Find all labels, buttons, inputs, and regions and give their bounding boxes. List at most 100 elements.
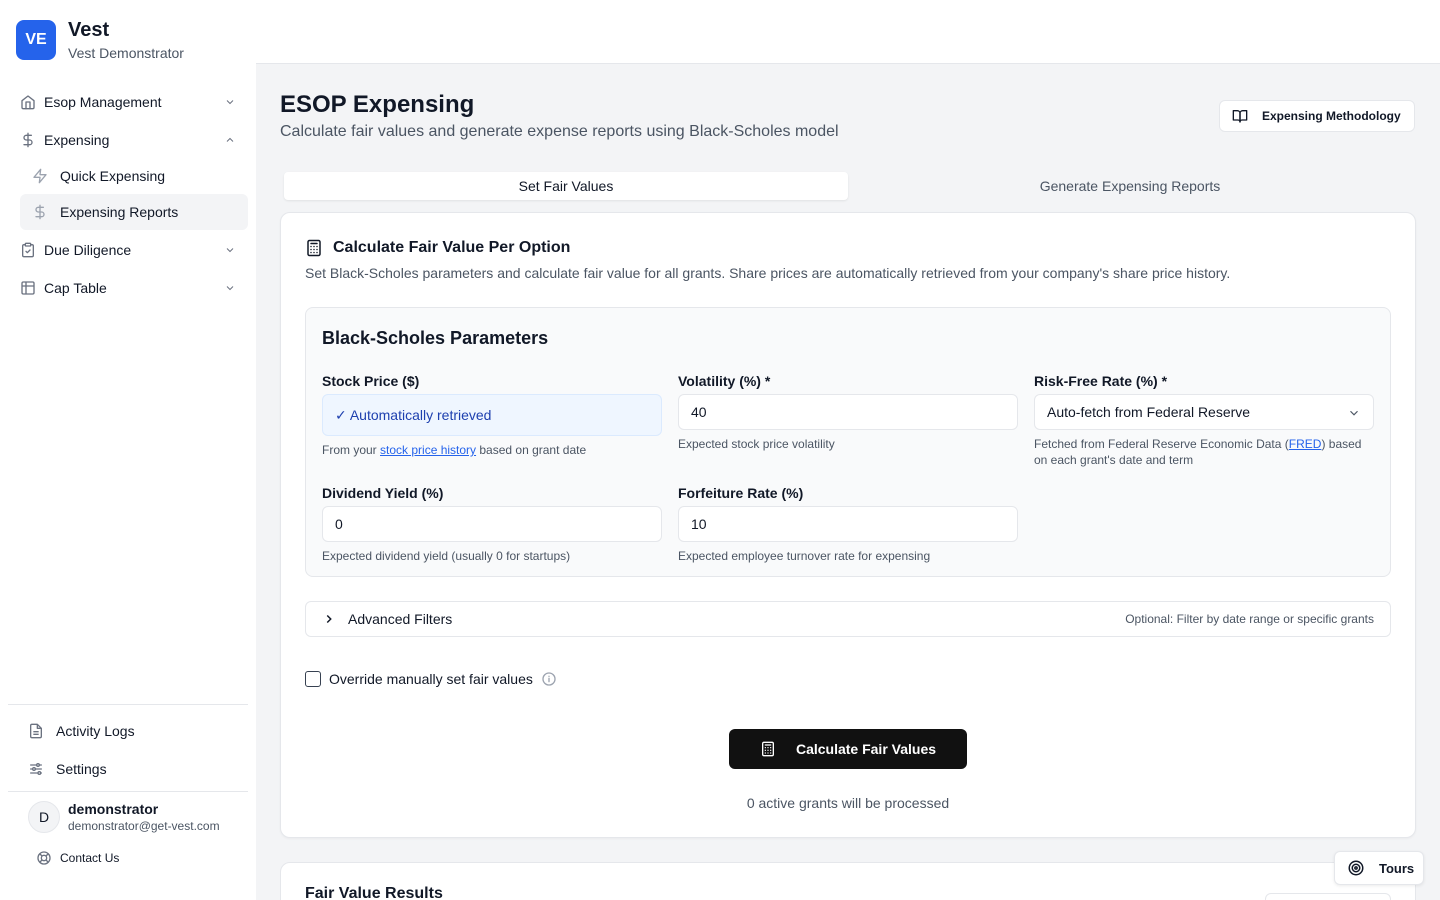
forfeiture-rate-field: Forfeiture Rate (%) 10 Expected employee… bbox=[678, 484, 1018, 564]
life-buoy-icon bbox=[36, 850, 52, 866]
sidebar-divider bbox=[8, 791, 248, 792]
user-name: demonstrator bbox=[68, 801, 159, 817]
advanced-filters-hint: Optional: Filter by date range or specif… bbox=[1125, 612, 1374, 626]
risk-free-rate-label: Risk-Free Rate (%) * bbox=[1034, 373, 1168, 389]
home-icon bbox=[20, 94, 36, 110]
table-icon bbox=[20, 280, 36, 296]
dividend-yield-input[interactable]: 0 bbox=[322, 506, 662, 542]
brand-logo: VE bbox=[16, 20, 56, 60]
fair-value-results-card: Fair Value Results bbox=[280, 862, 1416, 900]
sliders-icon bbox=[28, 761, 44, 777]
stock-price-label: Stock Price ($) bbox=[322, 373, 420, 389]
sidebar-divider bbox=[8, 704, 248, 705]
tab-set-fair-values[interactable]: Set Fair Values bbox=[284, 172, 848, 200]
card-description: Set Black-Scholes parameters and calcula… bbox=[305, 265, 1231, 281]
calculator-icon bbox=[305, 239, 323, 257]
volatility-input[interactable]: 40 bbox=[678, 394, 1018, 430]
brand-name: Vest bbox=[68, 19, 110, 41]
card-title: Calculate Fair Value Per Option bbox=[333, 239, 571, 256]
sidebar-item-label: Cap Table bbox=[44, 280, 107, 296]
calculate-fair-values-button[interactable]: Calculate Fair Values bbox=[729, 729, 967, 769]
advanced-filters-label: Advanced Filters bbox=[348, 611, 453, 627]
calculate-fair-value-card: Calculate Fair Value Per Option Set Blac… bbox=[280, 212, 1416, 838]
advanced-filters-toggle[interactable]: Advanced Filters Optional: Filter by dat… bbox=[305, 601, 1391, 637]
clipboard-check-icon bbox=[20, 242, 36, 258]
dollar-icon bbox=[20, 132, 36, 148]
calculator-icon bbox=[760, 741, 776, 757]
black-scholes-parameters-panel: Black-Scholes Parameters Stock Price ($)… bbox=[305, 307, 1391, 577]
stock-price-auto-value: ✓ Automatically retrieved bbox=[322, 394, 662, 436]
override-checkbox[interactable] bbox=[305, 671, 321, 687]
user-profile[interactable]: D demonstrator demonstrator@get-vest.com bbox=[28, 800, 220, 834]
chevron-up-icon bbox=[224, 134, 236, 146]
sidebar-item-label: Activity Logs bbox=[56, 723, 135, 739]
risk-free-rate-field: Risk-Free Rate (%) * Auto-fetch from Fed… bbox=[1034, 372, 1374, 468]
forfeiture-rate-input[interactable]: 10 bbox=[678, 506, 1018, 542]
tab-list: Set Fair Values Generate Expensing Repor… bbox=[280, 168, 1416, 204]
sidebar-item-label: Expensing Reports bbox=[60, 204, 179, 220]
risk-free-rate-selected: Auto-fetch from Federal Reserve bbox=[1047, 404, 1251, 420]
target-icon bbox=[1347, 859, 1365, 877]
sidebar-item-quick-expensing[interactable]: Quick Expensing bbox=[20, 158, 248, 194]
expensing-methodology-label: Expensing Methodology bbox=[1262, 109, 1401, 123]
chevron-down-icon bbox=[224, 282, 236, 294]
results-title: Fair Value Results bbox=[305, 885, 443, 900]
forfeiture-rate-label: Forfeiture Rate (%) bbox=[678, 485, 804, 501]
forfeiture-rate-help: Expected employee turnover rate for expe… bbox=[678, 549, 931, 563]
zap-icon bbox=[32, 168, 48, 184]
expensing-methodology-button[interactable]: Expensing Methodology bbox=[1219, 100, 1415, 132]
top-bar bbox=[256, 0, 1440, 64]
dollar-icon bbox=[32, 204, 48, 220]
chevron-down-icon bbox=[1347, 406, 1361, 420]
stock-price-field: Stock Price ($) ✓ Automatically retrieve… bbox=[322, 372, 662, 458]
sidebar-item-activity-logs[interactable]: Activity Logs bbox=[20, 715, 240, 747]
chevron-right-icon bbox=[322, 612, 336, 626]
chevron-down-icon bbox=[224, 244, 236, 256]
chevron-down-icon bbox=[224, 96, 236, 108]
risk-free-rate-select[interactable]: Auto-fetch from Federal Reserve bbox=[1034, 394, 1374, 430]
sidebar-item-settings[interactable]: Settings bbox=[20, 753, 240, 785]
results-action-button[interactable] bbox=[1265, 893, 1391, 900]
volatility-label: Volatility (%) * bbox=[678, 373, 771, 389]
page-subtitle: Calculate fair values and generate expen… bbox=[280, 123, 839, 140]
brand[interactable]: VE Vest Vest Demonstrator bbox=[16, 18, 184, 62]
info-icon[interactable] bbox=[541, 671, 557, 687]
volatility-help: Expected stock price volatility bbox=[678, 437, 835, 451]
sidebar-item-label: Expensing bbox=[44, 132, 110, 148]
contact-us-label: Contact Us bbox=[60, 851, 120, 865]
sidebar-item-esop-management[interactable]: Esop Management bbox=[8, 84, 248, 120]
tab-generate-expensing-reports[interactable]: Generate Expensing Reports bbox=[848, 172, 1412, 200]
stock-price-history-link[interactable]: stock price history bbox=[380, 443, 476, 457]
contact-us-link[interactable]: Contact Us bbox=[36, 850, 119, 866]
sidebar: VE Vest Vest Demonstrator Esop Managemen… bbox=[0, 0, 256, 900]
dividend-yield-help: Expected dividend yield (usually 0 for s… bbox=[322, 549, 571, 563]
dividend-yield-field: Dividend Yield (%) 0 Expected dividend y… bbox=[322, 484, 662, 564]
tours-label: Tours bbox=[1379, 860, 1415, 876]
fred-link[interactable]: FRED bbox=[1289, 437, 1322, 451]
avatar: D bbox=[28, 801, 60, 833]
params-title: Black-Scholes Parameters bbox=[322, 328, 549, 348]
risk-free-rate-help: Fetched from Federal Reserve Economic Da… bbox=[1034, 437, 1362, 467]
grants-processed-note: 0 active grants will be processed bbox=[746, 795, 950, 811]
override-label[interactable]: Override manually set fair values bbox=[329, 671, 533, 687]
brand-subtitle: Vest Demonstrator bbox=[68, 45, 184, 61]
sidebar-nav: Esop Management Expensing Quick Expensin… bbox=[8, 84, 248, 306]
sidebar-item-expensing-reports[interactable]: Expensing Reports bbox=[20, 194, 248, 230]
override-option: Override manually set fair values bbox=[305, 671, 557, 687]
sidebar-item-cap-table[interactable]: Cap Table bbox=[8, 270, 248, 306]
book-open-icon bbox=[1232, 108, 1248, 124]
sidebar-item-label: Due Diligence bbox=[44, 242, 132, 258]
stock-price-help: From your stock price history based on g… bbox=[322, 443, 587, 457]
sidebar-item-due-diligence[interactable]: Due Diligence bbox=[8, 232, 248, 268]
sidebar-item-label: Esop Management bbox=[44, 94, 162, 110]
sidebar-item-label: Quick Expensing bbox=[60, 168, 166, 184]
calculate-fair-values-label: Calculate Fair Values bbox=[795, 741, 937, 757]
sidebar-item-label: Settings bbox=[56, 761, 107, 777]
sidebar-item-expensing[interactable]: Expensing bbox=[8, 122, 248, 158]
dividend-yield-label: Dividend Yield (%) bbox=[322, 485, 444, 501]
user-email: demonstrator@get-vest.com bbox=[68, 819, 220, 833]
volatility-field: Volatility (%) * 40 Expected stock price… bbox=[678, 372, 1018, 452]
tours-button[interactable]: Tours bbox=[1334, 851, 1424, 885]
page-title: ESOP Expensing bbox=[280, 91, 475, 118]
file-text-icon bbox=[28, 723, 44, 739]
